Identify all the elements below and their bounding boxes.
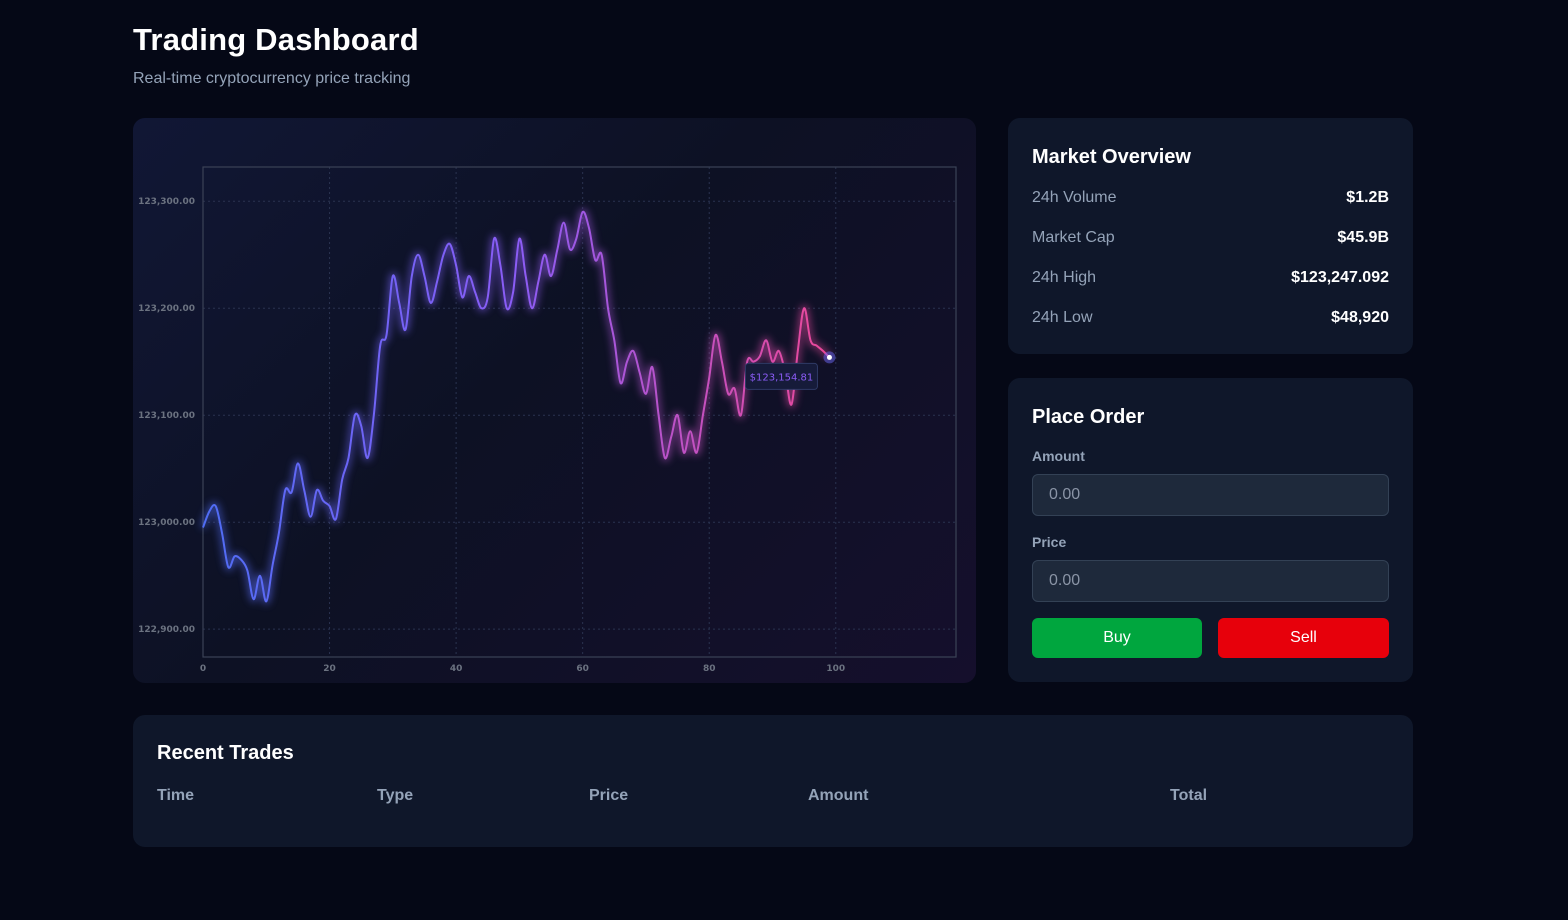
x-tick-label: 100 (826, 664, 845, 674)
y-tick-label: 123,000.00 (138, 518, 195, 528)
page-subtitle: Real-time cryptocurrency price tracking (133, 70, 411, 87)
stat-label: Market Cap (1032, 229, 1115, 246)
stat-value: $48,920 (1331, 309, 1389, 326)
price-chart-card[interactable]: 0 20 40 60 80 100 122,900.00 123,000.00 123,100.… (133, 118, 976, 683)
y-tick-label: 123,200.00 (138, 304, 195, 314)
stat-row-low: 24h Low $48,920 (1032, 307, 1389, 329)
price-label: Price (1032, 534, 1067, 550)
x-tick-label: 40 (450, 664, 463, 674)
column-header-amount[interactable]: Amount (808, 787, 868, 805)
stat-row-high: 24h High $123,247.092 (1032, 267, 1389, 289)
page-header: Trading Dashboard Real-time cryptocurren… (133, 22, 419, 88)
plot-frame (202, 166, 957, 658)
column-header-type[interactable]: Type (377, 787, 413, 805)
column-header-total[interactable]: Total (1170, 787, 1207, 805)
stat-label: 24h Volume (1032, 189, 1117, 206)
stat-label: 24h High (1032, 269, 1097, 286)
page-title: Trading Dashboard (133, 22, 419, 57)
sell-button[interactable]: Sell (1218, 618, 1389, 658)
market-overview-title: Market Overview (1032, 146, 1191, 168)
market-overview-card: Market Overview 24h Volume $1.2B Market … (1008, 118, 1413, 354)
column-header-price[interactable]: Price (589, 787, 628, 805)
stat-row-volume: 24h Volume $1.2B (1032, 187, 1389, 209)
amount-label: Amount (1032, 448, 1085, 464)
price-input[interactable] (1032, 560, 1389, 602)
y-tick-label: 123,100.00 (138, 411, 195, 421)
stat-value: $123,247.092 (1291, 269, 1389, 286)
place-order-card: Place Order Amount Price Buy Sell (1008, 378, 1413, 682)
place-order-title: Place Order (1032, 406, 1145, 428)
x-tick-label: 20 (323, 664, 336, 674)
recent-trades-card: Recent Trades Time Type Price Amount Tot… (133, 715, 1413, 847)
column-header-time[interactable]: Time (157, 787, 194, 805)
x-tick-label: 80 (703, 664, 716, 674)
price-chart[interactable]: 0 20 40 60 80 100 122,900.00 123,000.00 123,100.… (133, 118, 976, 683)
x-tick-label: 0 (200, 664, 206, 674)
last-point-marker (826, 354, 832, 360)
price-tooltip-text: $123,154.81 (750, 372, 814, 383)
y-tick-label: 122,900.00 (138, 625, 195, 635)
stat-label: 24h Low (1032, 309, 1093, 326)
amount-input[interactable] (1032, 474, 1389, 516)
stat-value: $45.9B (1337, 229, 1389, 246)
stat-row-market-cap: Market Cap $45.9B (1032, 227, 1389, 249)
stat-value: $1.2B (1346, 189, 1389, 206)
recent-trades-title: Recent Trades (157, 742, 294, 764)
x-tick-label: 60 (576, 664, 589, 674)
buy-button[interactable]: Buy (1032, 618, 1202, 658)
y-tick-label: 123,300.00 (138, 197, 195, 207)
